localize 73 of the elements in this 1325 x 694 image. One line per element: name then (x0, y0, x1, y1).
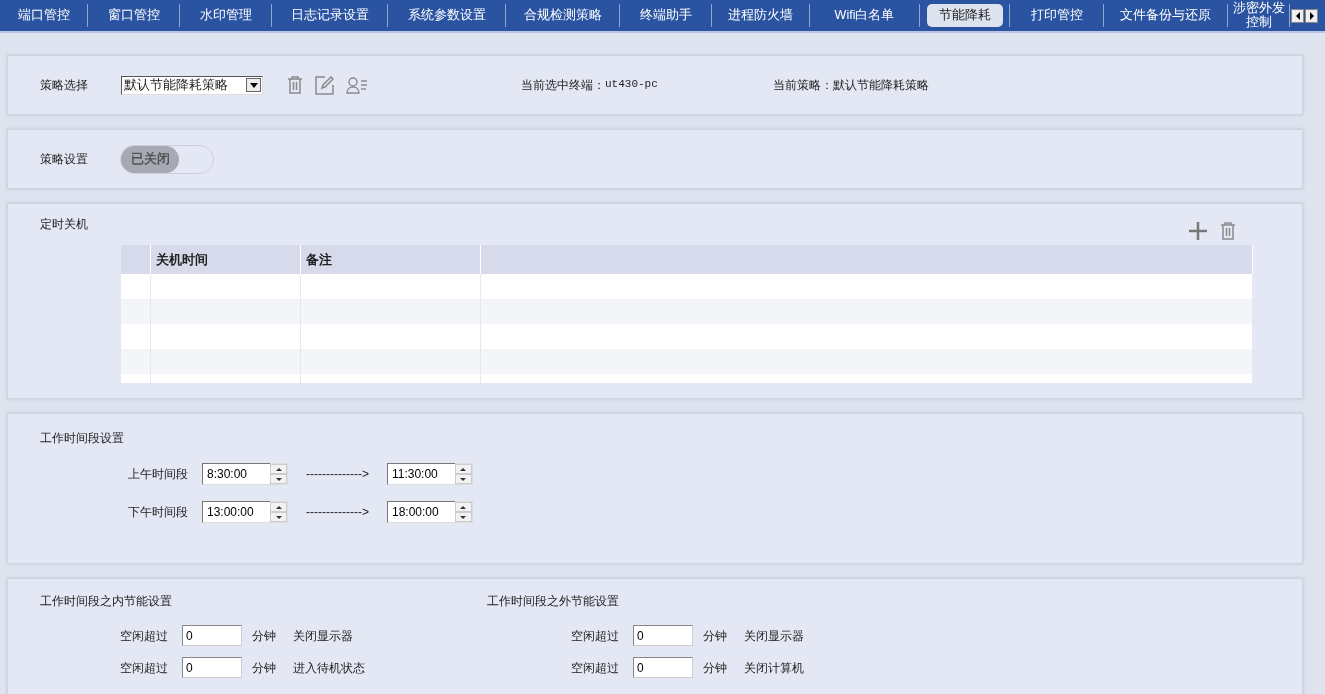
field-label: 策略设置 (40, 151, 88, 168)
time-field[interactable]: 11:30:00 (386, 463, 455, 485)
terminal-name: ut430-pc (605, 77, 658, 92)
input-field[interactable]: 0 (182, 657, 242, 678)
tab[interactable]: 合规检测策略 (523, 8, 602, 23)
triangle-down-icon (275, 477, 282, 481)
field-label: 空闲超过 (571, 627, 619, 645)
unit-label: 分钟 (703, 627, 727, 645)
input-field[interactable]: 0 (182, 625, 242, 646)
spin-up-button[interactable] (270, 464, 287, 474)
triangle-right-icon (1307, 9, 1316, 22)
action-label: 进入待机状态 (293, 659, 365, 677)
edit-icon[interactable] (315, 75, 334, 95)
triangle-down-icon (460, 515, 467, 519)
caret-icon (249, 82, 258, 88)
tab[interactable]: 进程防火墙 (728, 8, 793, 23)
field-label: 策略选择 (40, 77, 88, 94)
tab[interactable]: Wifi白名单 (834, 8, 895, 23)
tab[interactable]: 端口管控 (17, 8, 70, 23)
tab[interactable]: 涉密外发控制 (1230, 1, 1287, 30)
triangle-up-icon (460, 467, 467, 471)
unit-label: 分钟 (703, 659, 727, 677)
spin-down-button[interactable] (270, 474, 287, 484)
tab[interactable]: 日志记录设置 (290, 8, 369, 23)
spin-down-button[interactable] (454, 474, 472, 484)
time-field[interactable]: 8:30:00 (202, 463, 270, 485)
tab[interactable]: 节能降耗 (926, 3, 1003, 28)
policy-name: 默认节能降耗策略 (832, 77, 929, 94)
triangle-down-icon (275, 515, 282, 519)
tab[interactable]: 打印管控 (1030, 8, 1083, 23)
tab[interactable]: 系统参数设置 (407, 8, 486, 23)
action-label: 关闭显示器 (744, 627, 804, 645)
triangle-up-icon (460, 505, 467, 509)
triangle-down-icon (460, 477, 467, 481)
field-label: 下午时间段 (128, 504, 188, 521)
tab[interactable]: 窗口管控 (107, 8, 160, 23)
add-icon[interactable] (1188, 221, 1208, 241)
scroll-right-button[interactable] (1305, 8, 1318, 23)
field-label: 空闲超过 (120, 659, 168, 677)
trash-icon[interactable] (1220, 222, 1236, 240)
spin-up-button[interactable] (454, 464, 472, 474)
terminal-label: 当前选中终端： (521, 77, 605, 94)
arrow-text: --------------> (306, 466, 369, 483)
tab[interactable]: 文件备份与还原 (1120, 8, 1211, 23)
user-list-icon[interactable] (346, 76, 368, 94)
input-field[interactable]: 0 (633, 625, 693, 646)
tab[interactable]: 终端助手 (639, 8, 692, 23)
time-field[interactable]: 13:00:00 (202, 501, 270, 523)
time-field[interactable]: 18:00:00 (386, 501, 455, 523)
spin-down-button[interactable] (270, 512, 287, 522)
unit-label: 分钟 (252, 659, 276, 677)
action-label: 关闭显示器 (293, 627, 353, 645)
spin-up-button[interactable] (270, 502, 287, 512)
field-label: 空闲超过 (120, 627, 168, 645)
policy-label: 当前策略： (772, 77, 833, 94)
section-title: 工作时间段之内节能设置 (40, 593, 173, 610)
field-label: 空闲超过 (571, 659, 619, 677)
section-title: 工作时间段设置 (40, 430, 125, 447)
triangle-up-icon (275, 467, 282, 471)
section-title: 定时关机 (40, 216, 88, 233)
spin-up-button[interactable] (454, 502, 472, 512)
policy-dropdown[interactable]: 默认节能降耗策略 (121, 75, 263, 95)
scroll-left-button[interactable] (1291, 8, 1304, 23)
unit-label: 分钟 (252, 627, 276, 645)
spin-down-button[interactable] (454, 512, 472, 522)
triangle-up-icon (275, 505, 282, 509)
action-label: 关闭计算机 (744, 659, 804, 677)
tab[interactable]: 水印管理 (199, 8, 252, 23)
section-title: 工作时间段之外节能设置 (487, 593, 620, 610)
input-field[interactable]: 0 (633, 657, 693, 678)
arrow-text: --------------> (306, 504, 369, 521)
field-label: 上午时间段 (128, 466, 188, 483)
trash-icon[interactable] (287, 76, 303, 94)
